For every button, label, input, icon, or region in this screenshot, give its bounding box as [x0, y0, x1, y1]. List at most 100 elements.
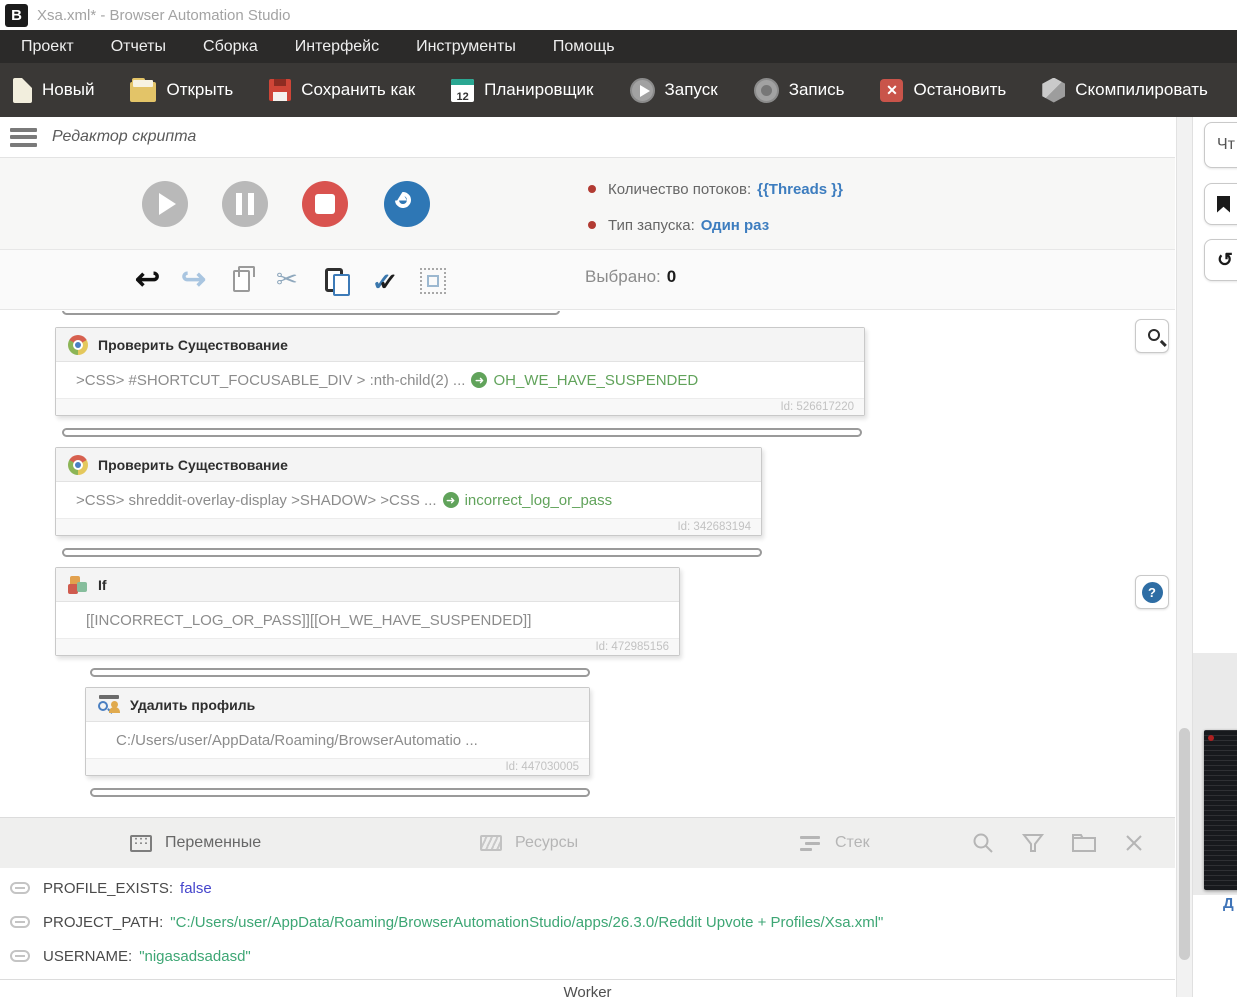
toolbar-open-button[interactable]: Открыть	[130, 78, 233, 102]
delete-profile-icon	[98, 694, 120, 715]
threads-label: Количество потоков:	[608, 180, 752, 198]
close-icon[interactable]	[1123, 832, 1145, 854]
filter-icon[interactable]	[1021, 831, 1045, 855]
vertical-scrollbar[interactable]	[1176, 117, 1192, 997]
block-id: Id: 447030005	[86, 758, 589, 775]
menu-interface[interactable]: Интерфейс	[295, 38, 379, 56]
stack-icon	[800, 835, 822, 851]
menu-tools[interactable]: Инструменты	[416, 38, 516, 56]
threads-info-row: Количество потоков: {{Threads }}	[588, 171, 843, 207]
script-canvas[interactable]: Проверить Существование >CSS> #SHORTCUT_…	[0, 311, 1175, 817]
link-icon	[10, 916, 30, 928]
search-icon[interactable]	[971, 831, 995, 855]
block-title: Проверить Существование	[98, 336, 288, 353]
scheduler-calendar-icon: 12	[451, 78, 475, 102]
variable-value: false	[180, 879, 212, 897]
run-info: Количество потоков: {{Threads }} Тип зап…	[588, 171, 843, 243]
selection-box-icon[interactable]	[420, 268, 446, 294]
cut-scissors-icon[interactable]: ✂	[276, 264, 298, 295]
canvas-help-button[interactable]: ?	[1135, 575, 1169, 609]
menu-reports[interactable]: Отчеты	[111, 38, 166, 56]
tab-resources[interactable]: Ресурсы	[480, 818, 578, 868]
toolbar-run-label: Запуск	[664, 80, 718, 99]
link-icon	[10, 950, 30, 962]
toolbar-record-label: Запись	[788, 80, 845, 99]
result-arrow-icon: ➜	[442, 492, 459, 508]
action-block-delete-profile[interactable]: Удалить профиль C:/Users/user/AppData/Ro…	[85, 687, 590, 776]
menu-project[interactable]: Проект	[21, 38, 74, 56]
action-block-if[interactable]: If [[INCORRECT_LOG_OR_PASS]][[OH_WE_HAVE…	[55, 567, 680, 656]
stop-script-button[interactable]	[302, 181, 348, 227]
chrome-icon	[68, 454, 88, 475]
menu-bar: Проект Отчеты Сборка Интерфейс Инструмен…	[0, 30, 1237, 63]
block-selector-text: >CSS> #SHORTCUT_FOCUSABLE_DIV > :nth-chi…	[76, 371, 466, 389]
threads-value[interactable]: {{Threads }}	[757, 181, 843, 198]
variable-row-username: USERNAME: "nigasadsadasd"	[0, 940, 1175, 972]
side-link[interactable]: Д	[1223, 895, 1234, 912]
menu-build[interactable]: Сборка	[203, 38, 258, 56]
pause-button[interactable]	[222, 181, 268, 227]
run-icon	[629, 77, 655, 103]
console-minimap-thumbnail[interactable]	[1204, 730, 1237, 890]
tab-variables-label: Переменные	[165, 834, 262, 851]
menu-help[interactable]: Помощь	[553, 38, 615, 56]
selected-label: Выбрано:	[585, 267, 661, 286]
block-title: If	[98, 576, 107, 593]
result-arrow-icon: ➜	[471, 372, 488, 388]
bottom-panel: Переменные Ресурсы Стек PROFILE_EXISTS: …	[0, 817, 1175, 997]
run-type-value[interactable]: Один раз	[701, 217, 769, 234]
variable-name: PROFILE_EXISTS:	[43, 879, 174, 897]
restart-button[interactable]	[384, 181, 430, 227]
play-button[interactable]	[142, 181, 188, 227]
redo-icon[interactable]: ↪	[181, 265, 206, 295]
toolbar-save-as-button[interactable]: Сохранить как	[269, 79, 415, 101]
toolbar-stop-button[interactable]: ✕ Остановить	[880, 78, 1007, 102]
hamburger-menu-icon[interactable]	[10, 127, 37, 147]
toolbar-compile-label: Скомпилировать	[1075, 80, 1208, 99]
history-icon: ↺	[1217, 249, 1233, 271]
scrollbar-thumb[interactable]	[1179, 728, 1190, 960]
if-puzzle-icon	[68, 575, 88, 595]
paste-icon[interactable]	[325, 268, 350, 296]
canvas-search-button[interactable]	[1135, 319, 1169, 353]
action-block-check-exists-2[interactable]: Проверить Существование >CSS> shreddit-o…	[55, 447, 762, 536]
block-id: Id: 342683194	[56, 518, 761, 535]
toolbar-run-button[interactable]: Запуск	[629, 77, 718, 103]
undo-icon[interactable]: ↩	[135, 265, 160, 295]
variable-row-profile-exists: PROFILE_EXISTS: false	[0, 872, 1175, 904]
tab-stack[interactable]: Стек	[800, 818, 870, 868]
tab-variables[interactable]: Переменные	[130, 818, 261, 868]
block-body: C:/Users/user/AppData/Roaming/BrowserAut…	[86, 722, 589, 758]
toolbar-scheduler-label: Планировщик	[484, 80, 594, 99]
selected-count-value: 0	[666, 267, 677, 286]
toolbar-scheduler-button[interactable]: 12 Планировщик	[451, 78, 594, 102]
toolbar-compile-button[interactable]: Скомпилировать	[1042, 77, 1208, 103]
block-title: Проверить Существование	[98, 456, 288, 473]
variable-name: PROJECT_PATH:	[43, 913, 164, 931]
bullet-icon	[588, 185, 596, 193]
toolbar-stop-label: Остановить	[913, 80, 1007, 99]
block-selector-text: >CSS> shreddit-overlay-display >SHADOW> …	[76, 491, 437, 509]
folder-icon[interactable]	[1071, 832, 1097, 854]
bullet-icon	[588, 221, 596, 229]
block-id: Id: 472985156	[56, 638, 679, 655]
toolbar-record-button[interactable]: Запись	[753, 77, 845, 103]
copy-icon[interactable]	[233, 266, 255, 292]
tab-resources-label: Ресурсы	[515, 834, 579, 851]
side-button-bookmark[interactable]	[1204, 183, 1237, 225]
variable-row-project-path: PROJECT_PATH: "C:/Users/user/AppData/Roa…	[0, 906, 1175, 938]
block-connector	[62, 548, 762, 557]
help-icon: ?	[1141, 581, 1163, 603]
variable-value: "nigasadsadasd"	[139, 947, 251, 965]
side-button-text[interactable]: Чт	[1204, 122, 1237, 168]
variables-grid-icon	[130, 833, 152, 852]
action-block-check-exists-1[interactable]: Проверить Существование >CSS> #SHORTCUT_…	[55, 327, 865, 416]
panel-actions	[971, 818, 1145, 868]
resources-icon	[480, 835, 502, 851]
block-result-variable: OH_WE_HAVE_SUSPENDED	[493, 371, 699, 389]
side-button-history[interactable]: ↺	[1204, 239, 1237, 281]
open-folder-icon	[130, 78, 157, 102]
block-id: Id: 526617220	[56, 398, 864, 415]
select-all-check-icon[interactable]: ✓✓	[372, 268, 398, 297]
toolbar-new-button[interactable]: Новый	[13, 77, 94, 103]
